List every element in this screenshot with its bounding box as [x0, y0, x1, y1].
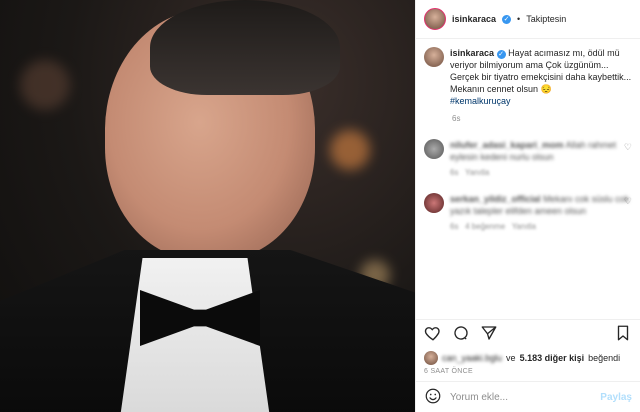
person-hair: [150, 0, 340, 95]
send-icon[interactable]: [480, 324, 498, 347]
reply-button[interactable]: Yanıtla: [465, 168, 489, 177]
comment-username[interactable]: serkan_yildiz_official: [450, 194, 541, 204]
comment-input[interactable]: Yorum ekle...: [450, 392, 592, 403]
comment-item: serkan_yildiz_official Mekanı cok süslu …: [424, 193, 632, 233]
caption-text-block: isinkaraca ✓ Hayat acımasız mı, ödül mü …: [450, 47, 632, 107]
caption-avatar[interactable]: [424, 47, 444, 67]
smiley-icon[interactable]: [424, 387, 442, 408]
reply-button[interactable]: Yanıtla: [512, 222, 536, 231]
heart-outline-icon[interactable]: ♡: [624, 195, 632, 207]
caption-username[interactable]: isinkaraca: [450, 48, 494, 58]
comment-time: 6s: [450, 168, 459, 177]
post-sidebar: isinkaraca ✓ • Takiptesin isinkaraca ✓ H…: [415, 0, 640, 412]
comments-section[interactable]: isinkaraca ✓ Hayat acımasız mı, ödül mü …: [416, 39, 640, 319]
bookmark-icon[interactable]: [614, 324, 632, 347]
liker-avatar[interactable]: [424, 351, 438, 365]
verified-badge-icon: ✓: [502, 14, 512, 24]
comment-likes[interactable]: 4 beğenme: [465, 222, 505, 231]
instagram-post: isinkaraca ✓ • Takiptesin isinkaraca ✓ H…: [0, 0, 640, 412]
heart-outline-icon[interactable]: ♡: [624, 141, 632, 153]
hashtag-link[interactable]: #kemalkuruçay: [450, 96, 511, 106]
comment-avatar[interactable]: [424, 193, 444, 213]
likes-count[interactable]: 5.183 diğer kişi: [520, 353, 585, 363]
likes-connector: ve: [506, 353, 516, 363]
follow-status-button[interactable]: Takiptesin: [526, 14, 566, 24]
separator-dot: •: [517, 14, 521, 24]
post-timestamp[interactable]: 6 SAAT ÖNCE: [416, 366, 640, 381]
add-comment-bar: Yorum ekle... Paylaş: [416, 381, 640, 412]
likes-summary: can_yaaki.bglu ve 5.183 diğer kişi beğen…: [416, 350, 640, 366]
liker-username[interactable]: can_yaaki.bglu: [442, 353, 502, 363]
post-header: isinkaraca ✓ • Takiptesin: [416, 0, 640, 39]
action-bar: [416, 319, 640, 350]
comment-item: nilufer_adasi_kapari_mom Allah rahmet ey…: [424, 139, 632, 179]
comment-icon[interactable]: [452, 324, 470, 347]
bokeh-light: [330, 130, 370, 170]
heart-icon[interactable]: [424, 324, 442, 347]
comment-username[interactable]: nilufer_adasi_kapari_mom: [450, 140, 564, 150]
header-username[interactable]: isinkaraca: [452, 14, 496, 24]
comment-avatar[interactable]: [424, 139, 444, 159]
post-comment-button[interactable]: Paylaş: [600, 392, 632, 403]
comment-time: 6s: [450, 222, 459, 231]
caption: isinkaraca ✓ Hayat acımasız mı, ödül mü …: [424, 47, 632, 107]
likes-suffix: beğendi: [588, 353, 621, 363]
avatar[interactable]: [424, 8, 446, 30]
caption-time: 6s: [452, 114, 461, 123]
verified-badge-icon: ✓: [496, 50, 506, 59]
post-photo[interactable]: [0, 0, 415, 412]
bokeh-light: [20, 60, 70, 110]
